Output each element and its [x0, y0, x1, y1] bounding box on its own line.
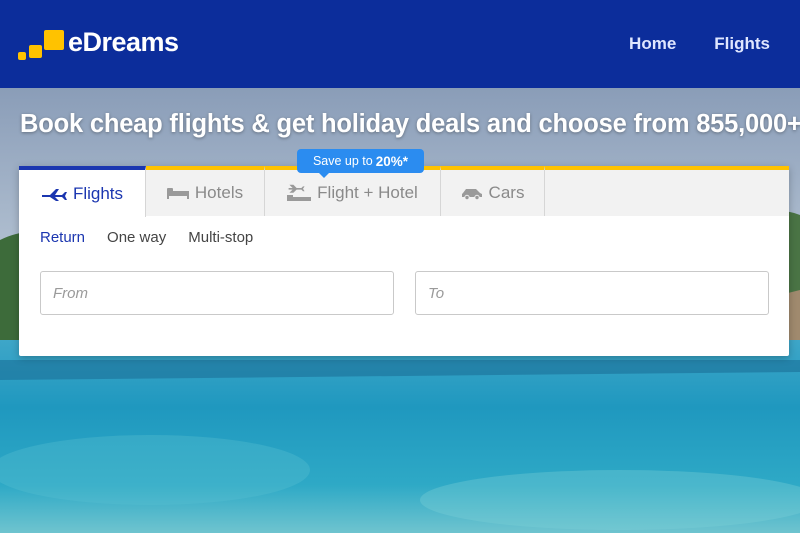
tab-label: Cars	[488, 183, 525, 202]
trip-type-selector: Return One way Multi-stop	[40, 229, 253, 246]
brand-name: eDreams	[68, 26, 179, 57]
tab-flights[interactable]: Flights	[19, 166, 146, 217]
promo-badge-value: 20%*	[375, 153, 409, 169]
to-input[interactable]	[415, 271, 769, 315]
promo-badge: Save up to 20%*	[297, 149, 424, 173]
from-input[interactable]	[40, 271, 394, 315]
logo-mark-icon	[18, 22, 66, 62]
tab-label: Flights	[72, 183, 124, 203]
tab-label: Flight + Hotel	[317, 183, 418, 202]
main-nav: Home Flights	[629, 34, 770, 54]
hero-headline: Book cheap flights & get holiday deals a…	[20, 110, 800, 138]
page: eDreams Home Flights Book cheap flights …	[0, 0, 800, 533]
car-icon	[461, 187, 483, 200]
promo-badge-text: Save up to	[312, 154, 373, 168]
tab-label: Hotels	[194, 183, 244, 202]
bed-icon	[166, 187, 189, 199]
edreams-logo[interactable]: eDreams	[18, 22, 179, 62]
tab-hotels[interactable]: Hotels	[146, 166, 265, 216]
plane-icon	[41, 187, 67, 201]
tab-cars[interactable]: Cars	[441, 166, 545, 216]
trip-type-return[interactable]: Return	[40, 229, 85, 246]
flight-hotel-icon	[287, 184, 312, 202]
trip-type-one-way[interactable]: One way	[107, 229, 166, 246]
search-tabs: Flights Hotels Flight + Hotel Cars	[19, 166, 789, 217]
nav-home-link[interactable]: Home	[629, 34, 676, 54]
nav-flights-link[interactable]: Flights	[714, 34, 770, 54]
trip-type-multi-stop[interactable]: Multi-stop	[188, 229, 253, 246]
tabs-filler	[545, 166, 789, 216]
tab-flight-hotel[interactable]: Flight + Hotel	[265, 166, 441, 216]
promo-badge-pointer	[318, 172, 330, 178]
site-header: eDreams Home Flights	[0, 0, 800, 88]
search-panel: Flights Hotels Flight + Hotel Cars Retur…	[19, 166, 789, 356]
